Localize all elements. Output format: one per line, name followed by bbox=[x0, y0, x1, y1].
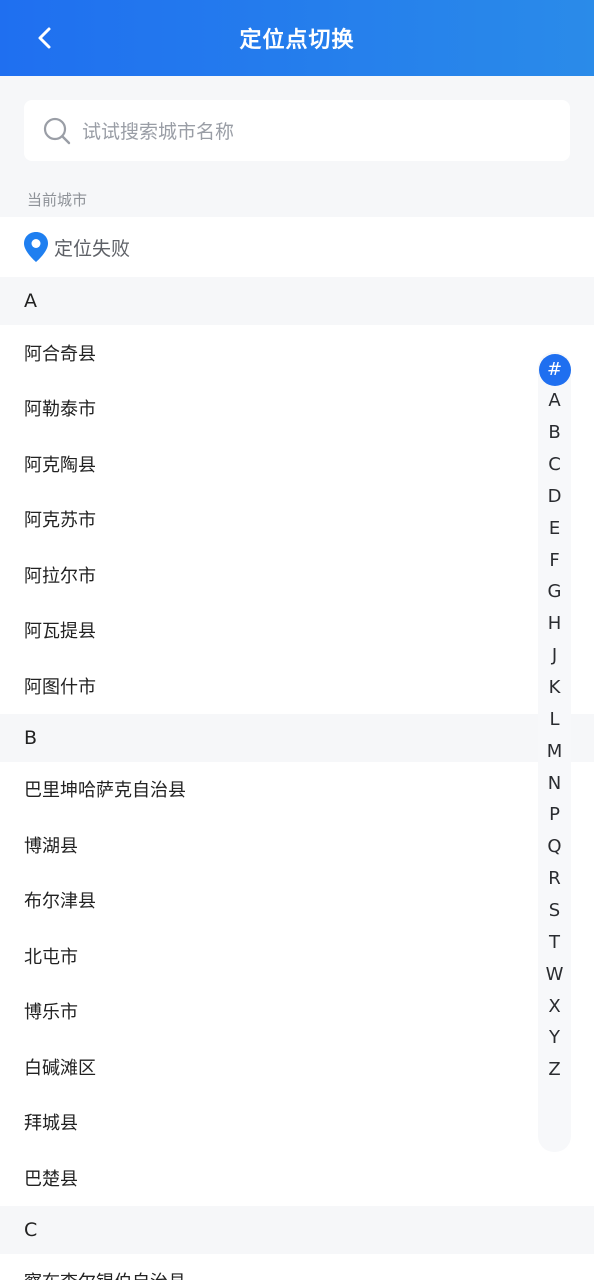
index-letter-label: W bbox=[545, 963, 564, 985]
city-list-item[interactable]: 阿瓦提县 bbox=[0, 602, 594, 658]
city-picker-screen: 定位点切换 试试搜索城市名称 当前城市 定位失败 A 阿合奇县 阿勒泰市 阿克陶县 阿克… bbox=[0, 0, 594, 1280]
index-letter-label: Q bbox=[547, 836, 562, 858]
city-list-item[interactable]: 白碱滩区 bbox=[0, 1039, 594, 1095]
back-button[interactable] bbox=[26, 18, 66, 58]
index-letter-label: N bbox=[547, 772, 562, 794]
current-location-row[interactable]: 定位失败 bbox=[0, 217, 594, 277]
index-letter-f[interactable]: F bbox=[538, 544, 571, 576]
chevron-left-icon bbox=[38, 27, 51, 49]
section-header-c: C bbox=[0, 1205, 594, 1254]
city-list-item[interactable]: 阿合奇县 bbox=[0, 325, 594, 381]
index-letter-r[interactable]: R bbox=[538, 863, 571, 895]
index-letter-t[interactable]: T bbox=[538, 926, 571, 958]
index-letter-label: B bbox=[548, 422, 561, 444]
city-list-item[interactable]: 北屯市 bbox=[0, 928, 594, 984]
index-letter-label: S bbox=[548, 899, 561, 921]
city-list-item[interactable]: 布尔津县 bbox=[0, 872, 594, 928]
index-letter-d[interactable]: D bbox=[538, 480, 571, 512]
index-letter-c[interactable]: C bbox=[538, 449, 571, 481]
header-bar: 定位点切换 bbox=[0, 0, 594, 76]
index-letter-label: R bbox=[548, 868, 561, 890]
index-letter-y[interactable]: Y bbox=[538, 1022, 571, 1054]
index-letter-z[interactable]: Z bbox=[538, 1054, 571, 1086]
index-letter-label: # bbox=[546, 358, 563, 380]
index-letter-label: K bbox=[548, 677, 561, 698]
index-letter-k[interactable]: K bbox=[538, 672, 571, 704]
index-letter-label: E bbox=[548, 517, 561, 539]
index-letter-label: Z bbox=[548, 1059, 561, 1081]
city-list-item[interactable]: 阿勒泰市 bbox=[0, 380, 594, 436]
index-letter-label: P bbox=[549, 804, 560, 826]
index-letter-label: G bbox=[547, 581, 562, 603]
index-letter-w[interactable]: W bbox=[538, 958, 571, 990]
index-letter-l[interactable]: L bbox=[538, 703, 571, 735]
index-letter-e[interactable]: E bbox=[538, 512, 571, 544]
index-letter-b[interactable]: B bbox=[538, 417, 571, 449]
index-letter-label: D bbox=[547, 485, 562, 507]
city-list-item[interactable]: 阿拉尔市 bbox=[0, 547, 594, 603]
index-letter-a[interactable]: A bbox=[538, 385, 571, 417]
index-letter-q[interactable]: Q bbox=[538, 831, 571, 863]
city-list-item[interactable]: 拜城县 bbox=[0, 1094, 594, 1150]
city-list-item[interactable]: 察布查尔锡伯自治县 bbox=[0, 1253, 594, 1280]
index-letter-label: T bbox=[549, 931, 560, 953]
location-pin-icon bbox=[22, 231, 50, 263]
index-letter-g[interactable]: G bbox=[538, 576, 571, 608]
search-area: 试试搜索城市名称 当前城市 bbox=[0, 76, 594, 217]
index-letter-s[interactable]: S bbox=[538, 894, 571, 926]
city-list-item[interactable]: 阿图什市 bbox=[0, 658, 594, 714]
index-letter-label: H bbox=[547, 613, 562, 635]
location-status: 定位失败 bbox=[54, 237, 131, 260]
index-letter-m[interactable]: M bbox=[538, 735, 571, 767]
page-title: 定位点切换 bbox=[239, 28, 355, 53]
index-letter-j[interactable]: J bbox=[538, 640, 571, 672]
city-list-item[interactable]: 阿克苏市 bbox=[0, 491, 594, 547]
city-list-item[interactable]: 博乐市 bbox=[0, 983, 594, 1039]
index-letter-label: A bbox=[548, 390, 561, 412]
index-letter-x[interactable]: X bbox=[538, 990, 571, 1022]
current-city-label: 当前城市 bbox=[27, 191, 88, 209]
index-letter-label: Y bbox=[549, 1027, 560, 1049]
index-letter-label: C bbox=[548, 454, 561, 476]
index-letter-label: F bbox=[549, 549, 560, 571]
city-list: A 阿合奇县 阿勒泰市 阿克陶县 阿克苏市 阿拉尔市 阿瓦提县 阿图什市 B 巴里坤哈萨克自治县博… bbox=[0, 277, 594, 1280]
index-letter-label: X bbox=[548, 995, 561, 1017]
index-letter-label: L bbox=[549, 708, 560, 730]
search-input[interactable]: 试试搜索城市名称 bbox=[24, 100, 570, 161]
index-letter-h[interactable]: H bbox=[538, 608, 571, 640]
index-letter-n[interactable]: N bbox=[538, 767, 571, 799]
section-header-b: B bbox=[0, 713, 594, 762]
index-letter-label: J bbox=[551, 645, 558, 667]
alphabet-index-bar[interactable]: # A B C D E F G H J K L M N P Q R S T W X Y Z bbox=[538, 352, 571, 1152]
index-letter-hash[interactable]: # bbox=[538, 353, 571, 386]
city-list-item[interactable]: 博湖县 bbox=[0, 817, 594, 873]
search-icon bbox=[42, 116, 72, 146]
index-letter-label: M bbox=[546, 740, 563, 762]
city-list-item[interactable]: 巴楚县 bbox=[0, 1150, 594, 1206]
city-list-item[interactable]: 巴里坤哈萨克自治县 bbox=[0, 761, 594, 817]
city-list-item[interactable]: 阿克陶县 bbox=[0, 436, 594, 492]
index-letter-p[interactable]: P bbox=[538, 799, 571, 831]
section-header-a: A bbox=[0, 277, 594, 325]
search-placeholder: 试试搜索城市名称 bbox=[82, 121, 235, 143]
